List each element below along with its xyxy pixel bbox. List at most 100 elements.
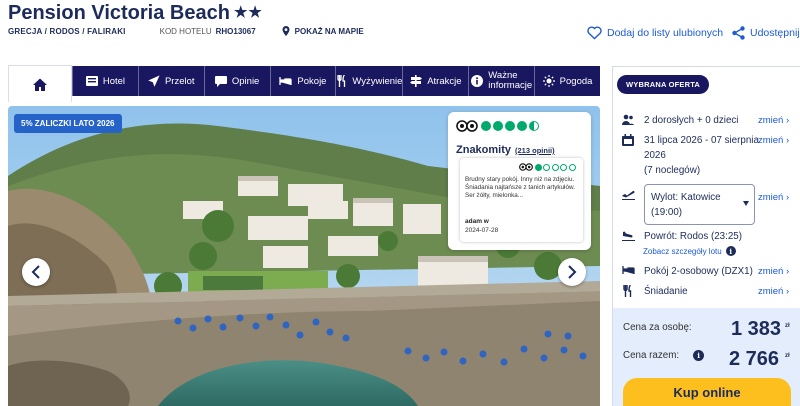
price-total-currency: zł: [785, 353, 790, 359]
travelers-text: 2 dorosłych + 0 dzieci: [644, 115, 739, 126]
chevron-left-icon: [31, 265, 40, 279]
board-text: Śniadanie: [644, 286, 688, 297]
show-map-link[interactable]: POKAŻ NA MAPIE: [282, 26, 364, 36]
rating-label: Znakomity: [456, 144, 512, 156]
tab-reviews[interactable]: Opinie: [203, 66, 270, 96]
flight-details-label: Zobacz szczegóły lotu: [643, 246, 722, 256]
tab-home[interactable]: [8, 65, 72, 102]
rating-bubble: [534, 163, 542, 171]
tab-attractions-label: Atrakcje: [427, 75, 462, 87]
dates-line2: 2026: [644, 150, 666, 161]
change-room-link[interactable]: zmień: [758, 266, 789, 277]
change-travelers-link[interactable]: zmień: [758, 115, 789, 126]
gallery-prev-button[interactable]: [22, 258, 50, 286]
info-icon[interactable]: i: [693, 350, 705, 361]
price-total: 2 766: [729, 348, 780, 370]
price-total-row: Cena razem: i: [623, 350, 705, 361]
flight-details-link[interactable]: Zobacz szczegóły lotu i: [643, 246, 736, 256]
departure-line1: Wylot: Katowice: [651, 192, 721, 203]
tab-board[interactable]: Wyżywienie: [335, 66, 402, 96]
change-board-link[interactable]: zmień: [758, 286, 789, 297]
gallery-next-button[interactable]: [558, 258, 586, 286]
hotel-nav-bar: Hotel Przelot Opinie Pokoje Wyżywienie A…: [8, 65, 600, 102]
hotel-code: KOD HOTELU RHO13067: [160, 27, 256, 36]
cutlery-icon: [623, 285, 632, 297]
tripadvisor-review-card: Znakomity (213 opinii) Brudny stary pokój…: [448, 112, 591, 250]
speech-bubble-icon: [214, 75, 227, 87]
calendar-icon: [622, 134, 634, 146]
tab-important-info-line2: informacje: [488, 80, 533, 91]
tab-rooms[interactable]: Pokoje: [269, 66, 336, 96]
review-rating: [518, 163, 578, 171]
rating-bubble: [560, 163, 567, 171]
plane-landing-icon: [622, 231, 635, 241]
hotel-icon: [85, 76, 98, 86]
rating-bubble: [481, 121, 491, 131]
change-dates-link[interactable]: zmień: [758, 135, 789, 146]
add-to-favorites-label: Dodaj do listy ulubionych: [607, 27, 724, 39]
signpost-icon: [410, 75, 423, 87]
review-date: 2024-07-28: [465, 227, 499, 234]
departure-select[interactable]: Wylot: Katowice (19:00): [644, 184, 755, 225]
tab-flight[interactable]: Przelot: [137, 66, 204, 96]
tab-rooms-label: Pokoje: [297, 75, 327, 87]
tab-flight-label: Przelot: [164, 75, 195, 87]
travelers-row: 2 dorosłych + 0 dzieci: [622, 113, 738, 128]
plane-icon: [148, 75, 160, 87]
tab-important-info-label: Ważne informacje: [488, 71, 532, 91]
hotel-code-label: KOD HOTELU: [159, 26, 212, 36]
hotel-meta: GRECJA / RODOS / FALIRAKI KOD HOTELU RHO1…: [8, 26, 364, 36]
change-departure-link[interactable]: zmień: [758, 192, 789, 203]
rating-bubble: [543, 163, 550, 171]
departure-line2: (19:00): [651, 207, 683, 218]
return-row: Powrót: Rodos (23:25): [622, 229, 742, 244]
price-per-person-label: Cena za osobę:: [623, 322, 692, 333]
return-text: Powrót: Rodos (23:25): [644, 231, 743, 242]
show-map-label: POKAŻ NA MAPIE: [294, 26, 364, 36]
caret-down-icon: [743, 201, 749, 206]
info-icon: [471, 75, 484, 87]
hotel-title: Pension Victoria Beach ★★: [8, 2, 263, 25]
share-label: Udostępnij: [750, 27, 800, 39]
reviews-count-link[interactable]: (213 opinii): [515, 146, 555, 155]
info-icon: i: [725, 246, 736, 256]
tripadvisor-owl-icon: [518, 163, 533, 171]
selected-offer-tag: WYBRANA OFERTA: [617, 75, 710, 94]
hotel-code-value: RHO13067: [215, 26, 256, 36]
review-text: Brudny stary pokój. Inny niż na zdjęciu.…: [465, 176, 575, 199]
rating-bubble: [517, 121, 527, 131]
dates-text: 31 lipca 2026 - 07 sierpnia 2026 (7 nocleg…: [644, 133, 759, 178]
hotel-name: Pension Victoria Beach: [8, 2, 230, 24]
bed-icon: [279, 77, 293, 85]
heart-icon: [587, 26, 602, 40]
share-button[interactable]: Udostępnij: [732, 26, 800, 40]
rating-bubble: [493, 121, 503, 131]
tab-weather-label: Pogoda: [559, 75, 593, 87]
breadcrumb: GRECJA / RODOS / FALIRAKI: [8, 26, 126, 36]
share-icon: [732, 26, 745, 40]
price-total-label: Cena razem:: [623, 350, 680, 361]
room-text: Pokój 2-osobowy (DZX1): [644, 266, 753, 277]
nights-text: (7 noclegów): [644, 165, 701, 176]
rating-bubble: [529, 121, 539, 131]
buy-online-button[interactable]: Kup online: [623, 378, 791, 406]
tab-hotel-label: Hotel: [102, 75, 126, 87]
dates-line1: 31 lipca 2026 - 07 sierpnia: [644, 135, 759, 146]
bed-icon: [622, 266, 635, 274]
tab-attractions[interactable]: Atrakcje: [402, 66, 468, 96]
board-row: Śniadanie: [622, 284, 688, 299]
plane-takeoff-icon: [622, 190, 635, 200]
tab-board-label: Wyżywienie: [352, 75, 403, 87]
overall-bubbles: [481, 121, 541, 131]
add-to-favorites-button[interactable]: Dodaj do listy ulubionych: [587, 26, 723, 40]
cutlery-icon: [337, 75, 346, 87]
price-per-person: 1 383: [731, 318, 782, 340]
rating-summary: Znakomity (213 opinii): [456, 144, 555, 156]
people-icon: [622, 114, 634, 125]
tab-hotel[interactable]: Hotel: [72, 66, 138, 96]
tripadvisor-owl-icon: [456, 120, 478, 132]
tab-important-info[interactable]: Ważne informacje: [468, 66, 534, 96]
promo-badge: 5% ZALICZKI LATO 2026: [14, 114, 122, 133]
departure-row: [622, 188, 644, 200]
tab-weather[interactable]: Pogoda: [534, 66, 600, 96]
